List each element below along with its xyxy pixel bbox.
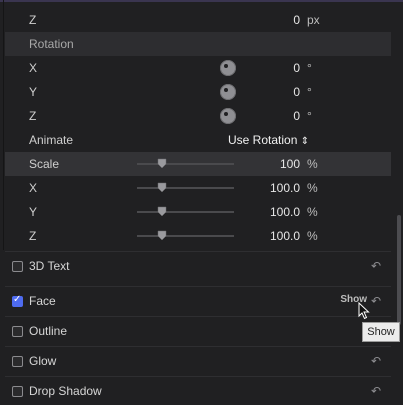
position-z-label: Z [29,13,37,27]
scale-label: Scale [29,157,60,171]
tooltip: Show [362,322,400,342]
check-row-glow[interactable]: Glow ↶ [5,346,391,375]
scale-x-unit: % [307,181,318,195]
rotation-y-dial-icon[interactable] [220,84,236,100]
scale-y-slider-thumb[interactable] [157,206,167,217]
scale-y-value[interactable]: 100.0 [270,205,300,219]
scale-unit: % [307,157,318,171]
rotation-x-dial-icon[interactable] [220,60,236,76]
rotation-y-row: Y 0 ° [5,80,391,104]
rotation-x-row: X 0 ° [5,56,391,80]
rotation-y-value[interactable]: 0 [293,85,300,99]
check-row-face[interactable]: Face Show ↶ [5,286,391,315]
scale-z-value[interactable]: 100.0 [270,229,300,243]
scale-z-slider-track[interactable] [137,235,234,237]
rotation-x-value[interactable]: 0 [293,61,300,75]
animate-row: Animate Use Rotation ⇕ [5,128,391,152]
face-label: Face [29,294,56,308]
check-row-drop-shadow[interactable]: Drop Shadow ↶ [5,376,391,405]
outline-label: Outline [29,324,68,338]
rotation-z-value[interactable]: 0 [293,109,300,123]
scale-x-label: X [29,181,38,195]
scale-value[interactable]: 100 [280,157,300,171]
3d-text-label: 3D Text [29,259,70,273]
drop-shadow-label: Drop Shadow [29,384,102,398]
outline-checkbox[interactable] [12,325,23,337]
rotation-z-row: Z 0 ° [5,104,391,128]
position-z-unit: px [307,13,320,27]
position-z-row: Z 0 px [5,8,391,32]
left-divider [3,0,4,250]
scale-x-value[interactable]: 100.0 [270,181,300,195]
animate-value: Use Rotation [228,133,298,147]
scale-x-row: X 100.0 % [5,176,391,200]
drop-shadow-checkbox[interactable] [12,385,23,397]
3d-text-checkbox[interactable] [12,260,23,272]
scale-slider-thumb[interactable] [157,158,167,169]
reset-icon[interactable]: ↶ [369,384,383,398]
scale-y-row: Y 100.0 % [5,200,391,224]
top-border [0,0,403,2]
glow-checkbox[interactable] [12,355,23,367]
scale-z-slider-thumb[interactable] [157,230,167,241]
face-checkbox[interactable] [12,294,23,307]
scale-z-row: Z 100.0 % [5,224,391,248]
rotation-section[interactable]: Rotation [5,32,391,56]
scale-z-label: Z [29,229,37,243]
reset-icon[interactable]: ↶ [369,354,383,368]
scale-x-slider-thumb[interactable] [157,182,167,193]
rotation-z-label: Z [29,109,37,123]
check-row-outline[interactable]: Outline [5,316,391,345]
vertical-scrollbar[interactable] [397,215,401,325]
rotation-x-label: X [29,61,38,75]
rotation-y-unit: ° [307,85,312,99]
animate-label: Animate [29,133,74,147]
scale-z-unit: % [307,229,318,243]
rotation-x-unit: ° [307,61,312,75]
animate-popup[interactable]: Use Rotation ⇕ [228,133,309,147]
rotation-z-unit: ° [307,109,312,123]
rotation-y-label: Y [29,85,38,99]
reset-icon[interactable]: ↶ [369,259,383,273]
scale-row[interactable]: Scale 100 % [5,152,391,176]
scale-y-label: Y [29,205,38,219]
rotation-z-dial-icon[interactable] [220,108,236,124]
glow-label: Glow [29,354,57,368]
check-row-3d-text[interactable]: 3D Text ↶ [5,251,391,280]
scale-slider-track[interactable] [137,163,234,165]
mouse-cursor-icon [358,301,370,323]
position-z-value[interactable]: 0 [293,13,300,27]
reset-icon[interactable]: ↶ [369,294,383,308]
scale-y-unit: % [307,205,318,219]
scale-x-slider-track[interactable] [137,187,234,189]
rotation-section-label: Rotation [29,37,74,51]
chevron-updown-icon: ⇕ [300,136,310,147]
scale-y-slider-track[interactable] [137,211,234,213]
